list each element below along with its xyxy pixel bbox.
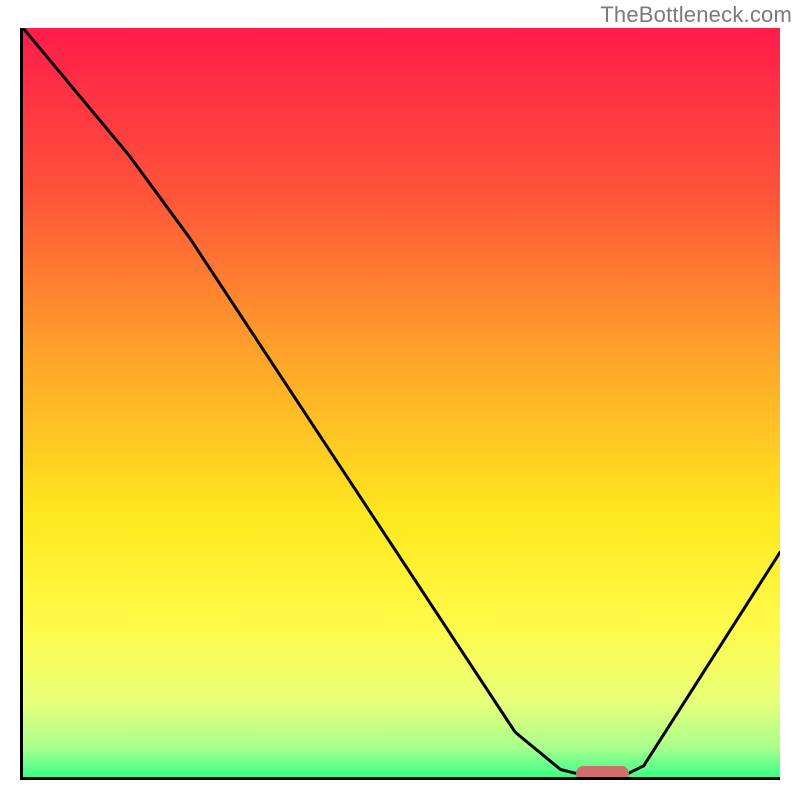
optimum-marker-bar — [576, 766, 629, 777]
chart-container: TheBottleneck.com — [0, 0, 800, 800]
plot-area — [23, 28, 780, 777]
watermark-text: TheBottleneck.com — [600, 2, 792, 28]
axes-frame — [20, 28, 780, 780]
curve-line — [23, 28, 780, 777]
